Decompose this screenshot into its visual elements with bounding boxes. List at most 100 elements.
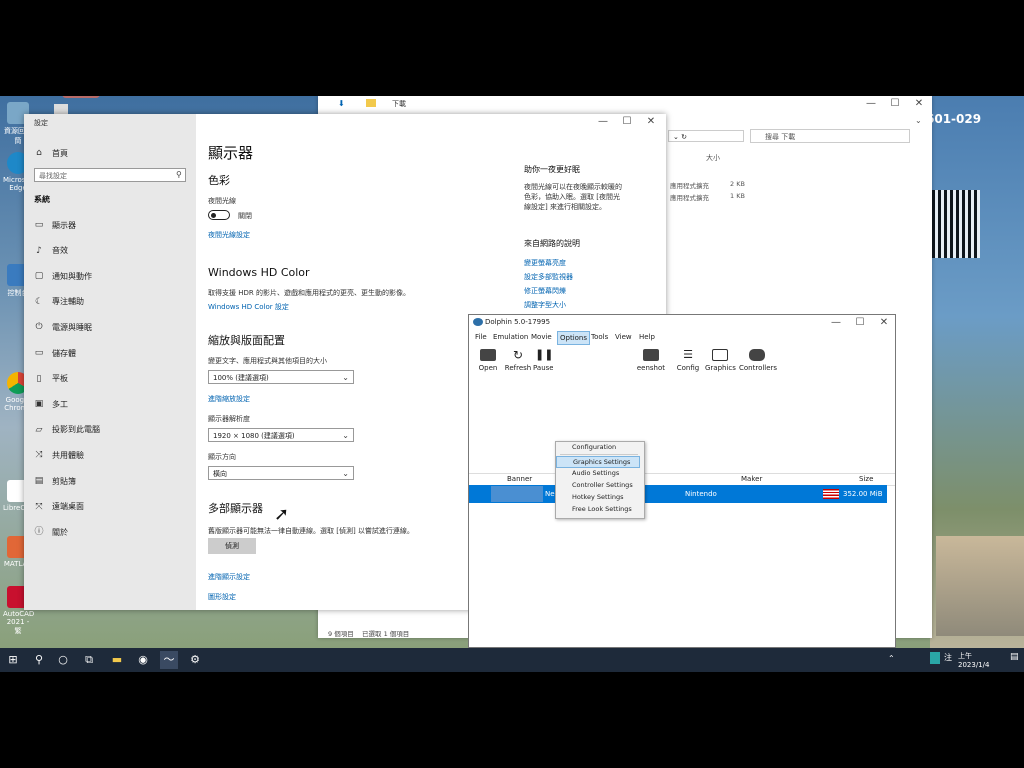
menu-hotkey-settings[interactable]: Hotkey Settings [556,492,640,504]
expand-ribbon-icon[interactable]: ⌄ [915,116,922,125]
menu-emulation[interactable]: Emulation [493,333,528,341]
advanced-display-link[interactable]: 進階顯示設定 [208,572,250,582]
monitor-icon [712,349,728,361]
settings-gear-icon[interactable]: ⚙ [186,651,204,669]
game-size: 352.00 MiB [843,490,883,498]
resolution-dropdown[interactable]: 1920 × 1080 (建議選項) ⌄ [208,428,354,442]
help-link[interactable]: 調整字型大小 [524,300,566,310]
cortana-icon[interactable]: ○ [54,651,72,669]
toolbar-open-button[interactable]: Open [473,349,503,372]
menu-audio-settings[interactable]: Audio Settings [556,468,640,480]
menu-help[interactable]: Help [639,333,655,341]
remote-icon: ⤧ [35,501,43,512]
tray-app-icon[interactable] [930,652,940,664]
dolphin-taskbar-icon[interactable]: 〜 [160,651,178,669]
explorer-search-input[interactable]: 搜尋 下載 [750,129,910,143]
pinned-app-icon[interactable] [54,104,68,114]
ime-indicator[interactable]: 注 [944,652,952,663]
nav-home[interactable]: ⌂ 首頁 [34,144,68,162]
col-size-header[interactable]: Size [859,475,873,483]
help-link[interactable]: 修正螢幕閃爍 [524,286,566,296]
help-heading: 來自網路的說明 [524,239,580,248]
help-link[interactable]: 變更螢幕亮度 [524,258,566,268]
sidebar-item-4[interactable]: ⏻ 電源與睡眠 [34,318,92,336]
col-size-header[interactable]: 大小 [706,153,720,163]
notification-icon: ▢ [34,271,44,282]
explorer-maximize-button[interactable]: ☐ [884,98,906,109]
clock-date[interactable]: 2023/1/4 [958,661,989,669]
toolbar-pause-button[interactable]: ❚❚ Pause [533,349,553,372]
multi-display-description: 舊版顯示器可能無法一律自動連線。選取 [偵測] 以嘗試進行連線。 [208,527,414,535]
orientation-dropdown[interactable]: 橫向 ⌄ [208,466,354,480]
menu-free-look-settings[interactable]: Free Look Settings [556,504,640,516]
multi-display-heading: 多部顯示器 [208,502,263,515]
sidebar-item-11[interactable]: ⤧ 遠端桌面 [34,498,84,516]
settings-search-input[interactable]: 尋找設定 [34,168,186,182]
gamepad-icon [749,349,765,361]
floating-app-icon[interactable] [62,96,100,98]
toolbar-screenshot-button[interactable]: Screenshot [637,349,665,372]
file-explorer-icon[interactable]: ▬ [108,651,126,669]
sidebar-item-12[interactable]: ⓘ 關於 [34,523,68,541]
explorer-close-button[interactable]: ✕ [908,98,930,109]
settings-close-button[interactable]: ✕ [640,116,662,127]
notification-center-icon[interactable]: ▤ [1010,652,1019,662]
status-item-count: 9 個項目 [328,630,354,638]
hdr-settings-link[interactable]: Windows HD Color 設定 [208,302,289,312]
tray-chevron-up-icon[interactable]: ⌃ [888,654,895,663]
menu-controller-settings[interactable]: Controller Settings [556,480,640,492]
toolbar-refresh-button[interactable]: ↻ Refresh [503,349,533,372]
toolbar-graphics-button[interactable]: Graphics [705,349,736,372]
menu-view[interactable]: View [615,333,632,341]
explorer-minimize-button[interactable]: — [860,98,882,109]
options-dropdown-menu: Configuration Graphics Settings Audio Se… [555,441,645,519]
toolbar-controllers-button[interactable]: Controllers [739,349,777,372]
detect-button[interactable]: 偵測 [208,538,256,554]
clock-time[interactable]: 上午 [958,651,972,661]
sidebar-item-3[interactable]: ☾ 專注輔助 [34,293,84,311]
task-view-icon[interactable]: ⧉ [80,651,98,669]
game-row[interactable]: Ne Nintendo 352.00 MiB [469,485,887,503]
col-maker-header[interactable]: Maker [741,475,762,483]
dolphin-maximize-button[interactable]: ☐ [849,317,871,328]
share-icon: ⤨ [35,450,43,461]
scale-dropdown[interactable]: 100% (建議選項) ⌄ [208,370,354,384]
menu-graphics-settings[interactable]: Graphics Settings [556,456,640,468]
tip-heading: 助你一夜更好眠 [524,165,580,174]
sidebar-item-6[interactable]: ▯ 平板 [34,370,68,388]
graphics-settings-link[interactable]: 圖形設定 [208,592,236,602]
sidebar-item-7[interactable]: ▣ 多工 [34,395,68,413]
help-link[interactable]: 設定多部監視器 [524,272,573,282]
search-icon[interactable]: ⚲ [30,651,48,669]
screen: 資源回收筒 Microsoft Edge 控制台 Google Chrome L… [0,96,1024,672]
menu-file[interactable]: File [475,333,487,341]
night-light-label: 夜間光線 [208,197,236,205]
sidebar-item-8[interactable]: ▱ 投影到此電腦 [34,421,100,439]
menu-configuration[interactable]: Configuration [556,442,640,454]
quick-access-icon[interactable]: ⬇ [338,99,345,108]
sidebar-item-2[interactable]: ▢ 通知與動作 [34,267,92,285]
sidebar-item-10[interactable]: ▤ 剪貼簿 [34,472,76,490]
chrome-taskbar-icon[interactable]: ◉ [134,651,152,669]
settings-maximize-button[interactable]: ☐ [616,116,638,127]
sidebar-item-0[interactable]: ▭ 顯示器 [34,216,76,234]
start-windows-icon[interactable]: ⊞ [4,651,22,669]
wallpaper-text: 601-029 [926,112,982,126]
dolphin-minimize-button[interactable]: — [825,317,847,328]
address-bar[interactable]: ⌄ ↻ [668,130,744,142]
night-light-settings-link[interactable]: 夜間光線設定 [208,230,250,240]
file-row-size: 1 KB [730,192,745,200]
advanced-scaling-link[interactable]: 進階縮放設定 [208,394,250,404]
sidebar-item-9[interactable]: ⤨ 共用體驗 [34,446,84,464]
menu-tools[interactable]: Tools [591,333,608,341]
night-light-toggle[interactable] [208,210,230,220]
night-light-state: 關閉 [238,212,252,220]
dolphin-close-button[interactable]: ✕ [873,317,895,328]
sidebar-item-5[interactable]: ▭ 儲存體 [34,344,76,362]
toolbar-config-button[interactable]: ☰ Config [673,349,703,373]
col-banner-header[interactable]: Banner [507,475,532,483]
menu-options[interactable]: Options [557,331,591,345]
sidebar-item-1[interactable]: ♪ 音效 [34,242,68,260]
settings-minimize-button[interactable]: — [592,116,614,127]
menu-movie[interactable]: Movie [531,333,552,341]
